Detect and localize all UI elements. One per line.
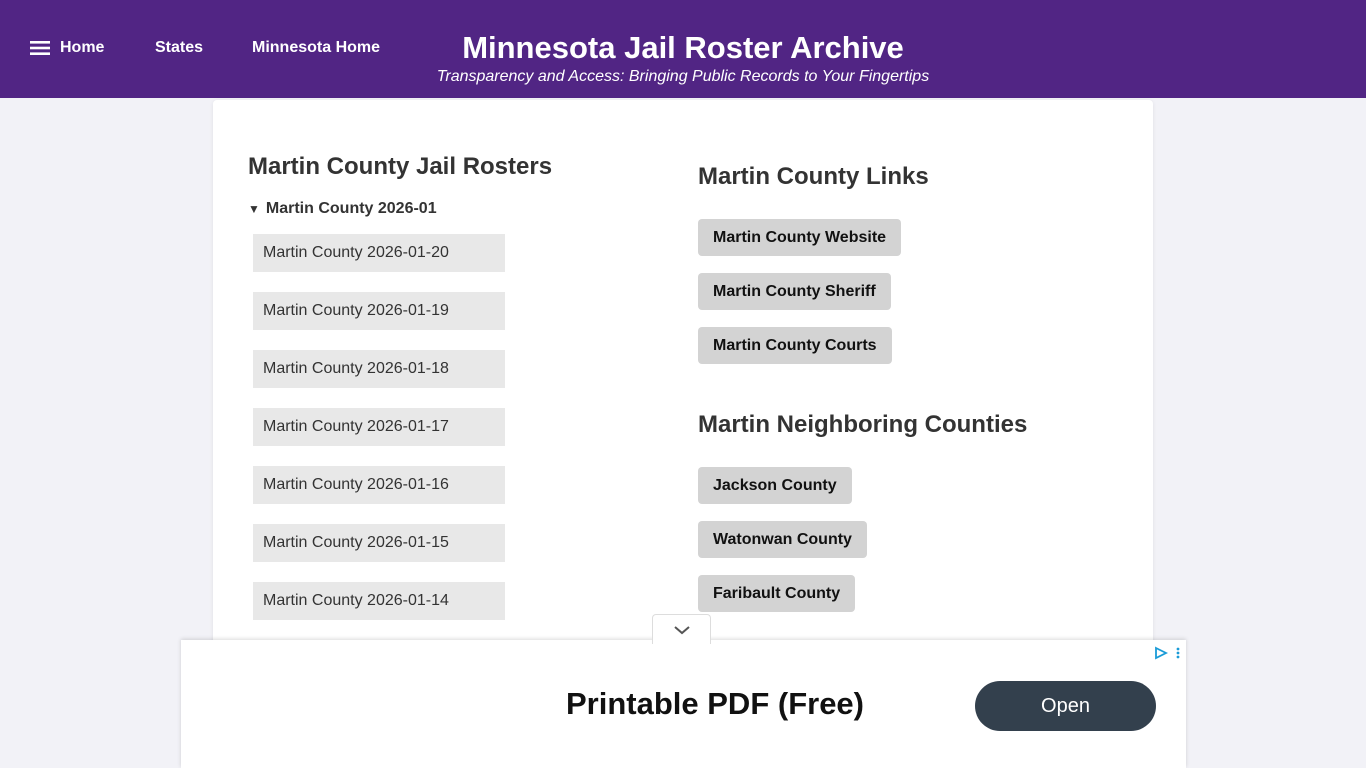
roster-group-toggle[interactable]: ▼ Martin County 2026-01 xyxy=(248,200,437,218)
roster-group-label: Martin County 2026-01 xyxy=(265,200,437,217)
roster-link[interactable]: Martin County 2026-01-16 xyxy=(253,466,505,504)
roster-link[interactable]: Martin County 2026-01-20 xyxy=(253,234,505,272)
site-title: Minnesota Jail Roster Archive xyxy=(462,30,904,65)
roster-link[interactable]: Martin County 2026-01-15 xyxy=(253,524,505,562)
neighbor-county-button[interactable]: Watonwan County xyxy=(698,521,867,558)
chevron-down-icon xyxy=(673,625,690,634)
ad-choices-icon[interactable] xyxy=(1154,646,1168,660)
neighbor-county-button[interactable]: Jackson County xyxy=(698,467,852,504)
roster-link[interactable]: Martin County 2026-01-19 xyxy=(253,292,505,330)
ad-open-button[interactable]: Open xyxy=(975,681,1156,731)
triangle-down-icon: ▼ xyxy=(248,202,260,216)
neighbor-county-button[interactable]: Faribault County xyxy=(698,575,856,612)
roster-link[interactable]: Martin County 2026-01-17 xyxy=(253,408,505,446)
site-header: Home States Minnesota Home Minnesota Jai… xyxy=(0,0,1366,98)
county-website-button[interactable]: Martin County Website xyxy=(698,219,902,256)
ad-collapse-button[interactable] xyxy=(652,614,711,644)
ad-banner: Printable PDF (Free) Open xyxy=(181,640,1186,768)
roster-link[interactable]: Martin County 2026-01-14 xyxy=(253,582,505,620)
county-sheriff-button[interactable]: Martin County Sheriff xyxy=(698,273,891,310)
ad-headline: Printable PDF (Free) xyxy=(566,686,864,721)
ad-choices[interactable] xyxy=(1154,646,1182,660)
county-links-heading: Martin County Links xyxy=(698,163,929,190)
county-courts-button[interactable]: Martin County Courts xyxy=(698,327,892,364)
vertical-dots-icon[interactable] xyxy=(1174,646,1182,660)
rosters-heading: Martin County Jail Rosters xyxy=(248,153,553,180)
neighboring-counties-heading: Martin Neighboring Counties xyxy=(698,411,1028,438)
roster-link[interactable]: Martin County 2026-01-18 xyxy=(253,350,505,388)
site-subtitle: Transparency and Access: Bringing Public… xyxy=(436,68,930,85)
